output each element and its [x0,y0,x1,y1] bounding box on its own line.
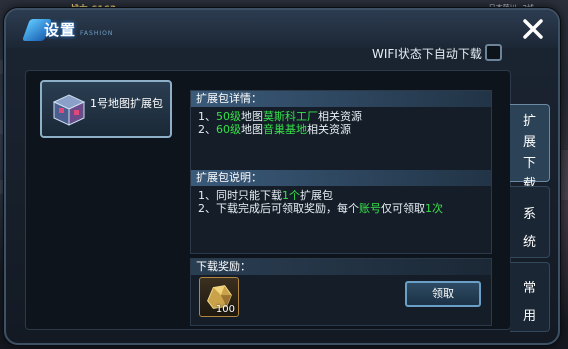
details-line-text: 地图 [241,110,263,123]
wifi-auto-download-checkbox[interactable] [485,44,502,61]
details-line-place: 音巢基地 [263,123,307,136]
instructions-line-1: 1、同时只能下载1个扩展包 [191,189,491,202]
claim-button[interactable]: 领取 [405,281,481,307]
instructions-text: 1、同时只能下载 [198,189,282,202]
details-panel: 扩展包详情： 1、50级地图莫斯科工厂相关资源 2、60级地图音巢基地相关资源 [190,90,492,172]
instructions-heading: 扩展包说明： [191,170,491,186]
tab-label: 扩展下载 [522,114,536,192]
tab-system[interactable]: 系统 [510,186,550,258]
instructions-highlight: 账号 [359,202,381,215]
instructions-text: 仅可领取 [381,202,425,215]
tab-label: 系统 [522,207,536,250]
close-button[interactable] [522,18,544,40]
pack-list-item-label: 1号地图扩展包 [90,97,163,110]
reward-item[interactable]: 100 [199,277,239,317]
details-line-prefix: 2、 [198,123,216,136]
wifi-auto-download-label: WIFI状态下自动下载 [372,47,482,61]
dialog-title-sub: FASHION [80,30,114,37]
instructions-highlight: 1个 [282,189,300,202]
reward-count: 100 [215,304,235,315]
tab-label: 常用 [522,281,536,324]
details-line-level: 60级 [216,123,241,136]
details-heading: 扩展包详情： [191,91,491,107]
details-line-suffix: 相关资源 [307,123,351,136]
tab-common[interactable]: 常用 [510,262,550,332]
details-line-level: 50级 [216,110,241,123]
details-line-prefix: 1、 [198,110,216,123]
tab-expansion-download[interactable]: 扩展下载 [510,104,550,192]
details-line: 2、60级地图音巢基地相关资源 [191,123,491,136]
instructions-highlight: 1次 [425,202,443,215]
instructions-line-2: 2、下载完成后可领取奖励，每个账号仅可领取1次 [191,202,491,215]
dialog-titlebar: 设置 FASHION [6,10,558,48]
details-line-text: 地图 [241,123,263,136]
instructions-text: 扩展包 [300,189,333,202]
instructions-panel: 扩展包说明： 1、同时只能下载1个扩展包 2、下载完成后可领取奖励，每个账号仅可… [190,170,492,254]
instructions-text: 2、下载完成后可领取奖励，每个 [198,202,359,215]
close-icon [523,19,543,39]
details-line-suffix: 相关资源 [318,110,362,123]
chest-icon [52,94,86,126]
dialog-title: 设置 [44,21,77,39]
details-line-place: 莫斯科工厂 [263,110,318,123]
reward-heading: 下载奖励： [191,259,491,275]
details-line: 1、50级地图莫斯科工厂相关资源 [191,110,491,123]
pack-list-item[interactable]: 1号地图扩展包 [40,80,172,138]
